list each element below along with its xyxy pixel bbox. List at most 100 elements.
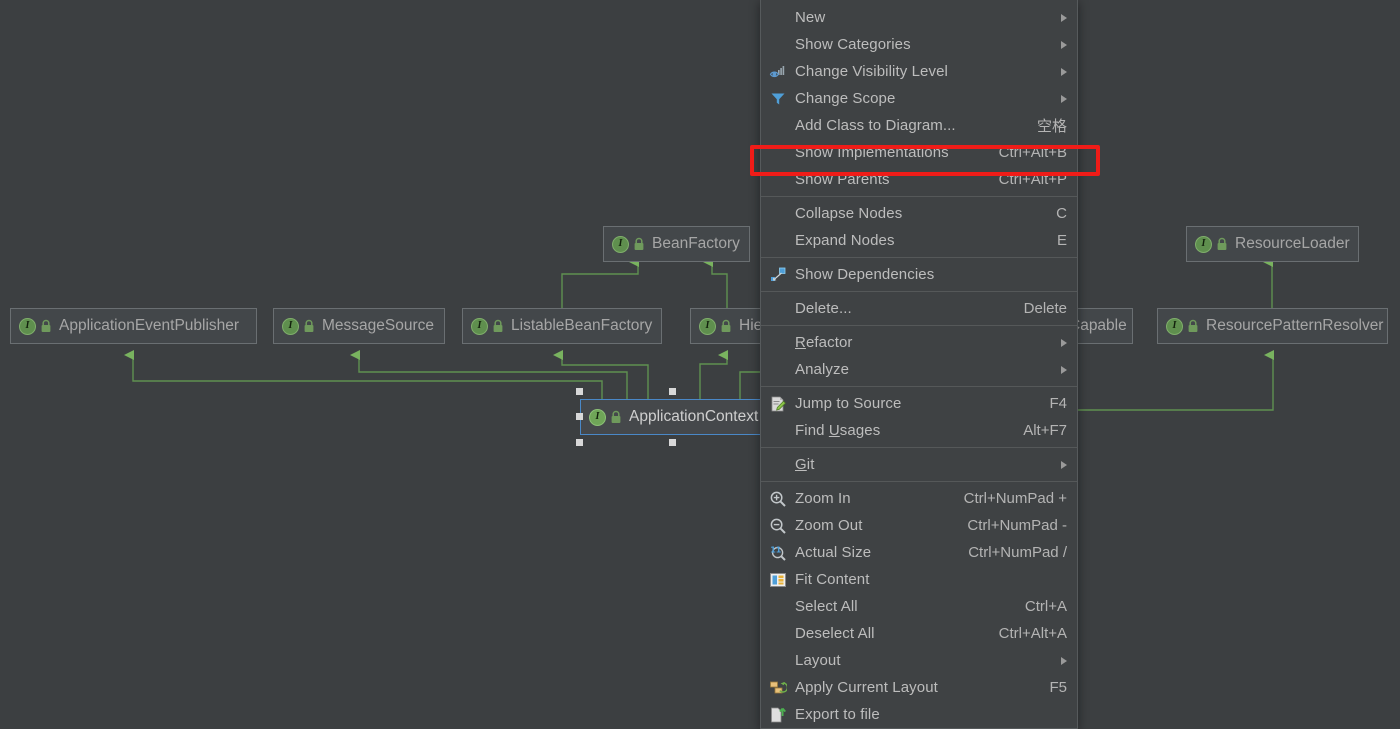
lock-icon [492, 319, 504, 333]
menu-item-change-scope[interactable]: Change Scope [761, 85, 1077, 112]
jump-to-source-icon [769, 395, 787, 413]
diagram-node-resource-loader[interactable]: I ResourceLoader [1186, 226, 1359, 262]
node-label: ApplicationContext [629, 408, 759, 425]
selection-handle[interactable] [668, 439, 676, 446]
interface-badge-icon: I [589, 408, 606, 426]
node-label: ListableBeanFactory [511, 317, 653, 334]
lock-icon [1216, 237, 1228, 251]
node-label: ApplicationEventPublisher [59, 317, 240, 334]
diagram-node-bean-factory[interactable]: I BeanFactory [603, 226, 750, 262]
menu-item-label: Show Categories [795, 36, 911, 53]
menu-item-expand-nodes[interactable]: Expand Nodes E [761, 227, 1077, 254]
menu-item-zoom-out[interactable]: Zoom Out Ctrl+NumPad - [761, 512, 1077, 539]
node-label: MessageSource [322, 317, 435, 334]
menu-item-deselect-all[interactable]: Deselect All Ctrl+Alt+A [761, 620, 1077, 647]
menu-item-label: Change Visibility Level [795, 63, 948, 80]
zoom-out-icon [769, 517, 787, 535]
diagram-node-message-source[interactable]: I MessageSource [273, 308, 445, 344]
node-glyphs: I [471, 317, 504, 335]
menu-item-label: Jump to Source [795, 395, 902, 412]
menu-item-actual-size[interactable]: Actual Size Ctrl+NumPad / [761, 539, 1077, 566]
menu-item-new[interactable]: New [761, 4, 1077, 31]
menu-item-select-all[interactable]: Select All Ctrl+A [761, 593, 1077, 620]
menu-item-label: Layout [795, 652, 841, 669]
diagram-context-menu[interactable]: New Show Categories Change Visibility Leve… [760, 0, 1078, 729]
menu-item-fit-content[interactable]: Fit Content [761, 566, 1077, 593]
node-glyphs: I [282, 317, 315, 335]
node-label: ResourceLoader [1235, 235, 1350, 252]
submenu-arrow-icon [1061, 67, 1067, 76]
submenu-arrow-icon [1061, 656, 1067, 665]
menu-item-label: Delete... [795, 300, 852, 317]
menu-item-find-usages[interactable]: Find Usages Alt+F7 [761, 417, 1077, 444]
diagram-node-application-context[interactable]: I ApplicationContext [580, 399, 765, 435]
submenu-arrow-icon [1061, 13, 1067, 22]
node-glyphs: I [589, 408, 622, 426]
menu-item-add-class-to-diagram[interactable]: Add Class to Diagram... 空格 [761, 112, 1077, 139]
menu-item-shortcut: Ctrl+Alt+B [998, 144, 1067, 161]
menu-separator [761, 447, 1077, 448]
menu-separator [761, 196, 1077, 197]
menu-item-show-parents[interactable]: Show Parents Ctrl+Alt+P [761, 166, 1077, 193]
menu-item-label: Select All [795, 598, 858, 615]
menu-item-collapse-nodes[interactable]: Collapse Nodes C [761, 200, 1077, 227]
menu-item-shortcut: Ctrl+Alt+A [998, 625, 1067, 642]
menu-item-label: Change Scope [795, 90, 896, 107]
menu-item-git[interactable]: Git [761, 451, 1077, 478]
menu-item-shortcut: Ctrl+A [1024, 598, 1067, 615]
menu-item-jump-to-source[interactable]: Jump to Source F4 [761, 390, 1077, 417]
menu-item-show-implementations[interactable]: Show Implementations Ctrl+Alt+B [761, 139, 1077, 166]
menu-item-shortcut: Delete [1023, 300, 1067, 317]
lock-icon [720, 319, 732, 333]
menu-item-shortcut: Ctrl+NumPad + [963, 490, 1067, 507]
diagram-node-listable-bean-factory[interactable]: I ListableBeanFactory [462, 308, 662, 344]
menu-item-export-to-file[interactable]: Export to file [761, 701, 1077, 728]
menu-item-show-categories[interactable]: Show Categories [761, 31, 1077, 58]
menu-item-shortcut: Ctrl+NumPad / [968, 544, 1067, 561]
menu-item-layout[interactable]: Layout [761, 647, 1077, 674]
menu-item-label: Export to file [795, 706, 880, 723]
selection-handle[interactable] [576, 439, 583, 446]
submenu-arrow-icon [1061, 460, 1067, 469]
menu-item-label: Actual Size [795, 544, 872, 561]
menu-item-label: Apply Current Layout [795, 679, 938, 696]
dependencies-arrow-icon [769, 266, 787, 284]
lock-icon [303, 319, 315, 333]
diagram-node-resource-pattern-resolver[interactable]: I ResourcePatternResolver [1157, 308, 1388, 344]
menu-item-label: Refactor [795, 334, 853, 351]
menu-item-label: Collapse Nodes [795, 205, 903, 222]
node-glyphs: I [19, 317, 52, 335]
lock-icon [1187, 319, 1199, 333]
menu-separator [761, 325, 1077, 326]
menu-item-zoom-in[interactable]: Zoom In Ctrl+NumPad + [761, 485, 1077, 512]
visibility-eye-icon [769, 63, 787, 81]
menu-item-refactor[interactable]: Refactor [761, 329, 1077, 356]
menu-item-label: Show Dependencies [795, 266, 935, 283]
menu-item-analyze[interactable]: Analyze [761, 356, 1077, 383]
menu-item-shortcut: F4 [1049, 395, 1067, 412]
menu-item-label: Git [795, 456, 815, 473]
menu-item-label: Zoom In [795, 490, 851, 507]
zoom-in-icon [769, 490, 787, 508]
selection-handle[interactable] [576, 388, 583, 395]
lock-icon [633, 237, 645, 251]
menu-item-shortcut: F5 [1049, 679, 1067, 696]
submenu-arrow-icon [1061, 94, 1067, 103]
lock-icon [40, 319, 52, 333]
menu-item-apply-current-layout[interactable]: Apply Current Layout F5 [761, 674, 1077, 701]
menu-item-label: Show Implementations [795, 144, 949, 161]
diagram-node-application-event-publisher[interactable]: I ApplicationEventPublisher [10, 308, 257, 344]
selection-handle[interactable] [668, 388, 676, 395]
menu-item-label: Add Class to Diagram... [795, 117, 956, 134]
export-to-file-icon [769, 706, 787, 724]
menu-item-show-dependencies[interactable]: Show Dependencies [761, 261, 1077, 288]
node-glyphs: I [699, 317, 732, 335]
menu-item-shortcut: Ctrl+NumPad - [967, 517, 1067, 534]
diagram-canvas[interactable]: I ApplicationEventPublisher I MessageSource… [0, 0, 1400, 706]
menu-item-delete[interactable]: Delete... Delete [761, 295, 1077, 322]
selection-handle[interactable] [576, 413, 583, 420]
menu-item-change-visibility-level[interactable]: Change Visibility Level [761, 58, 1077, 85]
menu-item-label: Analyze [795, 361, 850, 378]
menu-item-label: Find Usages [795, 422, 881, 439]
apply-layout-icon [769, 679, 787, 697]
